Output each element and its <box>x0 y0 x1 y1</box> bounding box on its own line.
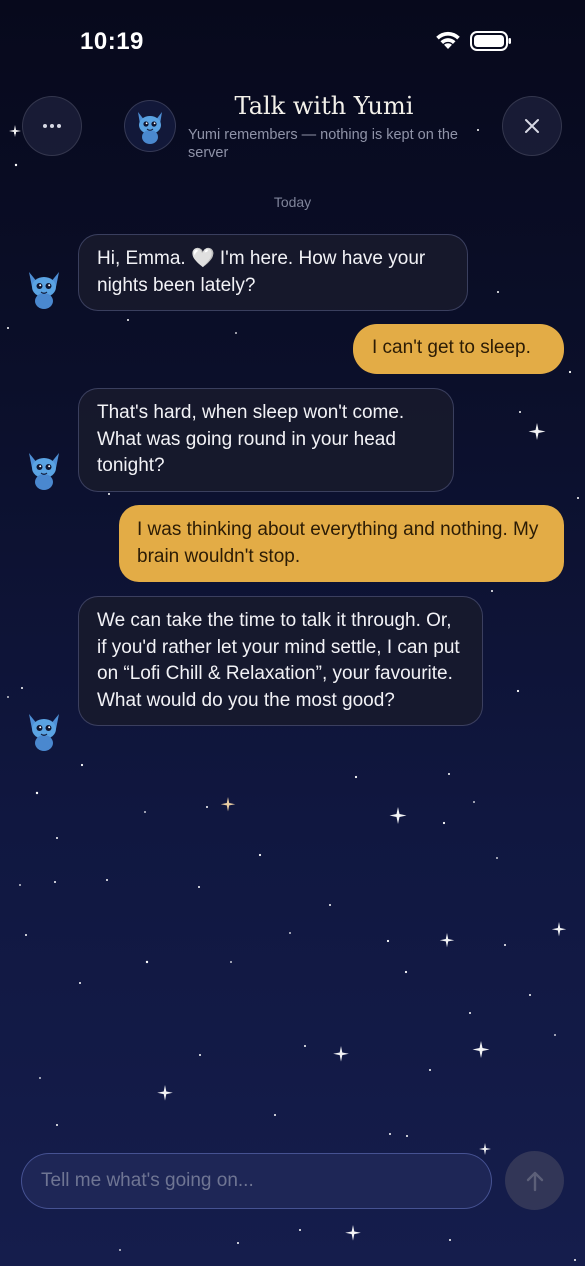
yumi-creature-icon <box>138 112 162 144</box>
arrow-up-icon <box>526 1171 543 1191</box>
assistant-avatar <box>24 268 64 312</box>
yumi-creature-icon <box>29 714 59 751</box>
status-bar: 10:19 <box>0 0 585 82</box>
battery-icon <box>470 31 511 51</box>
assistant-message: Hi, Emma. 🤍 I'm here. How have your nigh… <box>78 234 468 311</box>
menu-button[interactable] <box>22 96 82 156</box>
message-input[interactable] <box>22 1154 491 1208</box>
user-message: I was thinking about everything and noth… <box>119 505 564 582</box>
wifi-icon <box>436 31 460 49</box>
date-separator: Today <box>273 194 312 210</box>
yumi-creature-icon <box>29 453 59 490</box>
user-message: I can't get to sleep. <box>353 324 564 374</box>
assistant-message: We can take the time to talk it through.… <box>78 596 483 726</box>
yumi-creature-icon <box>29 272 59 309</box>
close-icon <box>525 119 539 133</box>
status-time: 10:19 <box>80 28 144 55</box>
ellipsis-icon <box>43 124 61 128</box>
header-avatar <box>124 100 176 152</box>
page-subtitle: Yumi remembers — nothing is kept on the … <box>188 127 458 161</box>
message-composer <box>21 1153 492 1209</box>
assistant-message: That's hard, when sleep won't come. What… <box>78 388 454 492</box>
send-button[interactable] <box>505 1151 564 1210</box>
page-title: Talk with Yumi <box>234 92 414 120</box>
assistant-avatar <box>24 449 64 493</box>
assistant-avatar <box>24 710 64 754</box>
close-button[interactable] <box>502 96 562 156</box>
